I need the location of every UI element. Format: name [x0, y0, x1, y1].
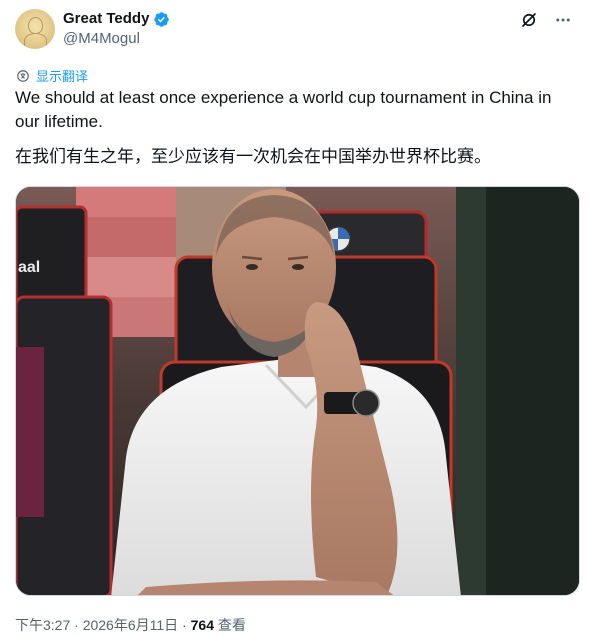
post-meta-footer: 下午3:27 · 2026年6月11日 · 764 查看: [15, 616, 246, 634]
photo-illustration: aal: [16, 187, 579, 595]
tweet-text-chinese: 在我们有生之年，至少应该有一次机会在中国举办世界杯比赛。: [15, 147, 491, 166]
tweet-text-english: We should at least once experience a wor…: [15, 88, 552, 131]
post-top-actions: [519, 10, 573, 30]
post-time[interactable]: 下午3:27: [15, 617, 70, 633]
meta-separator: ·: [70, 617, 83, 633]
author-name-row[interactable]: Great Teddy: [63, 10, 170, 28]
show-translation-label: 显示翻译: [36, 69, 89, 84]
verified-badge-icon: [154, 11, 170, 27]
seat-branding-text: aal: [18, 259, 40, 276]
author-display-name[interactable]: Great Teddy: [63, 10, 149, 28]
more-icon[interactable]: [553, 10, 573, 30]
avatar-body-drawing: [24, 33, 47, 48]
view-count-label: 查看: [213, 617, 246, 633]
tweet-photo[interactable]: aal: [15, 186, 580, 596]
post-date[interactable]: 2026年6月11日: [83, 617, 178, 633]
meta-separator: ·: [178, 617, 191, 633]
view-count: 764: [190, 617, 214, 633]
show-translation-link[interactable]: 显示翻译: [16, 66, 88, 85]
author-handle[interactable]: @M4Mogul: [63, 30, 140, 48]
grok-icon[interactable]: [519, 10, 539, 30]
avatar-head-drawing: [28, 17, 43, 34]
author-avatar[interactable]: [15, 9, 55, 49]
translate-icon: [17, 69, 29, 82]
